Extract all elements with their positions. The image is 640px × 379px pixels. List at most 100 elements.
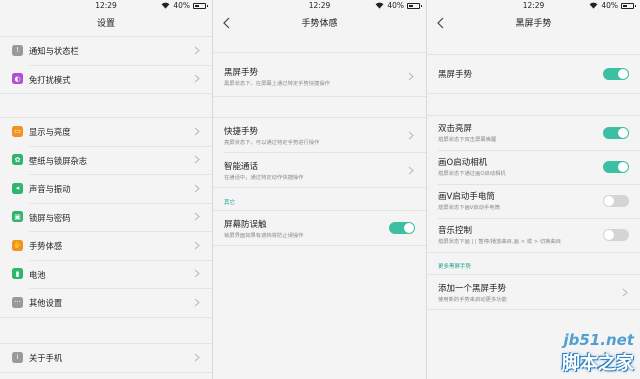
gesture-option-row[interactable]: 画V启动手电筒 熄屏状态下画V启动手电筒 [427,184,640,218]
page-title: 手势体感 [301,19,338,29]
settings-item-label: 壁纸与锁屏杂志 [29,155,88,166]
settings-item[interactable]: ◂ 声音与振动 [0,174,212,203]
anti-touch-toggle[interactable] [389,222,415,234]
info-icon: i [12,351,23,363]
battery-percent: 40% [173,1,190,10]
settings-item-label: 手势体感 [29,241,63,252]
chevron-right-icon [408,72,414,81]
master-gesture-title: 黑屏手势 [438,70,473,80]
settings-item[interactable]: ▭ 显示与亮度 [0,117,212,146]
gesture-option-toggle[interactable] [603,127,629,139]
watermark: jb51.net 脚本之家 [562,331,634,375]
settings-item-label: 免打扰模式 [29,74,71,85]
gesture-option-title: 画V启动手电筒 [438,192,495,202]
moon-icon: ◐ [12,73,23,85]
chevron-right-icon [194,127,200,136]
master-gesture-toggle[interactable] [603,68,629,80]
smart-call-row[interactable]: 智能通话 在通话中，通过特定动作快捷操作 [213,153,426,187]
battery-percent: 40% [387,1,404,10]
battery-icon [407,2,422,9]
chevron-right-icon [194,269,200,278]
settings-item[interactable]: ▣ 锁屏与密码 [0,203,212,232]
gesture-option-subtitle: 熄屏状态下双击屏幕唤醒 [438,137,497,143]
add-gesture-subtitle: 使用新的手势来启动更多功能 [438,297,507,303]
gesture-option-row[interactable]: 音乐控制 熄屏状态下画 | | 暂停/播放曲目,画 < 或 > 切换曲目 [427,218,640,252]
settings-item[interactable]: ✋ 手势体感 [0,231,212,260]
settings-item[interactable]: ✿ 壁纸与锁屏杂志 [0,146,212,175]
settings-item-label: 锁屏与密码 [29,212,71,223]
anti-touch-title: 屏幕防误触 [224,220,267,230]
chevron-right-icon [408,166,414,175]
settings-item[interactable]: ! 通知与状态栏 [0,36,212,65]
gesture-option-title: 音乐控制 [438,226,473,236]
section-more: 更多黑屏手势 [438,264,472,270]
gesture-option-row[interactable]: 双击亮屏 熄屏状态下双击屏幕唤醒 [427,116,640,150]
battery-percent: 40% [601,1,618,10]
wifi-icon [375,2,384,9]
gesture-option-toggle[interactable] [603,161,629,173]
anti-touch-row[interactable]: 屏幕防误触 锁屏界面如果有遮挡将防止误操作 [213,211,426,245]
settings-item-label: 通知与状态栏 [29,46,79,57]
chevron-right-icon [194,212,200,221]
more-icon: ··· [12,296,23,308]
section-other: 其它 [224,200,236,206]
wifi-icon [161,2,170,9]
chevron-right-icon [194,241,200,250]
speaker-icon: ◂ [12,182,23,194]
wifi-icon [589,2,598,9]
notification-icon: ! [12,44,23,56]
black-gesture-subtitle: 黑屏状态下，在屏幕上通过特定手势快捷操作 [224,81,330,87]
add-gesture-row[interactable]: 添加一个黑屏手势 使用新的手势来启动更多功能 [427,275,640,309]
battery-icon: ▮ [12,268,23,280]
smart-call-subtitle: 在通话中，通过特定动作快捷操作 [224,175,304,181]
status-bar: 12:29 40% [213,0,426,12]
settings-item[interactable]: ▮ 电池 [0,260,212,289]
chevron-right-icon [194,298,200,307]
smart-call-title: 智能通话 [224,162,259,172]
hand-icon: ✋ [12,239,23,251]
gesture-option-subtitle: 熄屏状态下画 | | 暂停/播放曲目,画 < 或 > 切换曲目 [438,239,562,245]
watermark-domain: jb51.net [563,331,634,349]
quick-gesture-subtitle: 亮屏状态下，可以通过特定手势进行操作 [224,140,320,146]
anti-touch-subtitle: 锁屏界面如果有遮挡将防止误操作 [224,233,304,239]
chevron-right-icon [194,353,200,362]
watermark-site-name: 脚本之家 [562,353,634,374]
settings-item-label: 显示与亮度 [29,127,71,138]
black-gesture-row[interactable]: 黑屏手势 黑屏状态下，在屏幕上通过特定手势快捷操作 [213,58,426,96]
settings-item[interactable]: ··· 其他设置 [0,288,212,317]
chevron-right-icon [408,131,414,140]
display-icon: ▭ [12,125,23,137]
black-gesture-title: 黑屏手势 [224,68,259,78]
gesture-option-toggle[interactable] [603,229,629,241]
battery-icon [621,2,636,9]
settings-item[interactable]: i 关于手机 [0,343,212,372]
battery-icon [193,2,208,9]
settings-item-label: 关于手机 [29,353,63,364]
master-gesture-row[interactable]: 黑屏手势 [427,55,640,93]
page-title: 黑屏手势 [515,19,552,29]
gesture-option-subtitle: 熄屏状态下通过画O启动相机 [438,171,506,177]
settings-screen: 12:29 40% 设置 ! 通知与状态栏 ◐ 免打扰模式 ▭ 显示与亮度 ✿ … [0,0,212,379]
status-bar: 12:29 40% [427,0,640,12]
black-gesture-screen: 12:29 40% 黑屏手势 黑屏手势 双击亮屏 熄屏状态下双击屏幕唤醒 画O启… [427,0,640,379]
settings-item-label: 声音与振动 [29,184,71,195]
chevron-right-icon [194,155,200,164]
chevron-right-icon [194,74,200,83]
settings-item-label: 电池 [29,269,46,280]
flower-icon: ✿ [12,154,23,166]
gesture-option-row[interactable]: 画O启动相机 熄屏状态下通过画O启动相机 [427,150,640,184]
chevron-right-icon [622,288,628,297]
chevron-right-icon [194,46,200,55]
gesture-option-title: 画O启动相机 [438,158,488,168]
gesture-screen: 12:29 40% 手势体感 黑屏手势 黑屏状态下，在屏幕上通过特定手势快捷操作… [213,0,426,379]
quick-gesture-row[interactable]: 快捷手势 亮屏状态下，可以通过特定手势进行操作 [213,118,426,152]
add-gesture-title: 添加一个黑屏手势 [438,284,507,294]
quick-gesture-title: 快捷手势 [224,127,259,137]
settings-item-label: 其他设置 [29,298,63,309]
status-bar: 12:29 40% [0,0,212,12]
page-title: 设置 [96,19,115,29]
lock-icon: ▣ [12,211,23,223]
chevron-right-icon [194,184,200,193]
gesture-option-toggle[interactable] [603,195,629,207]
settings-item[interactable]: ◐ 免打扰模式 [0,65,212,94]
